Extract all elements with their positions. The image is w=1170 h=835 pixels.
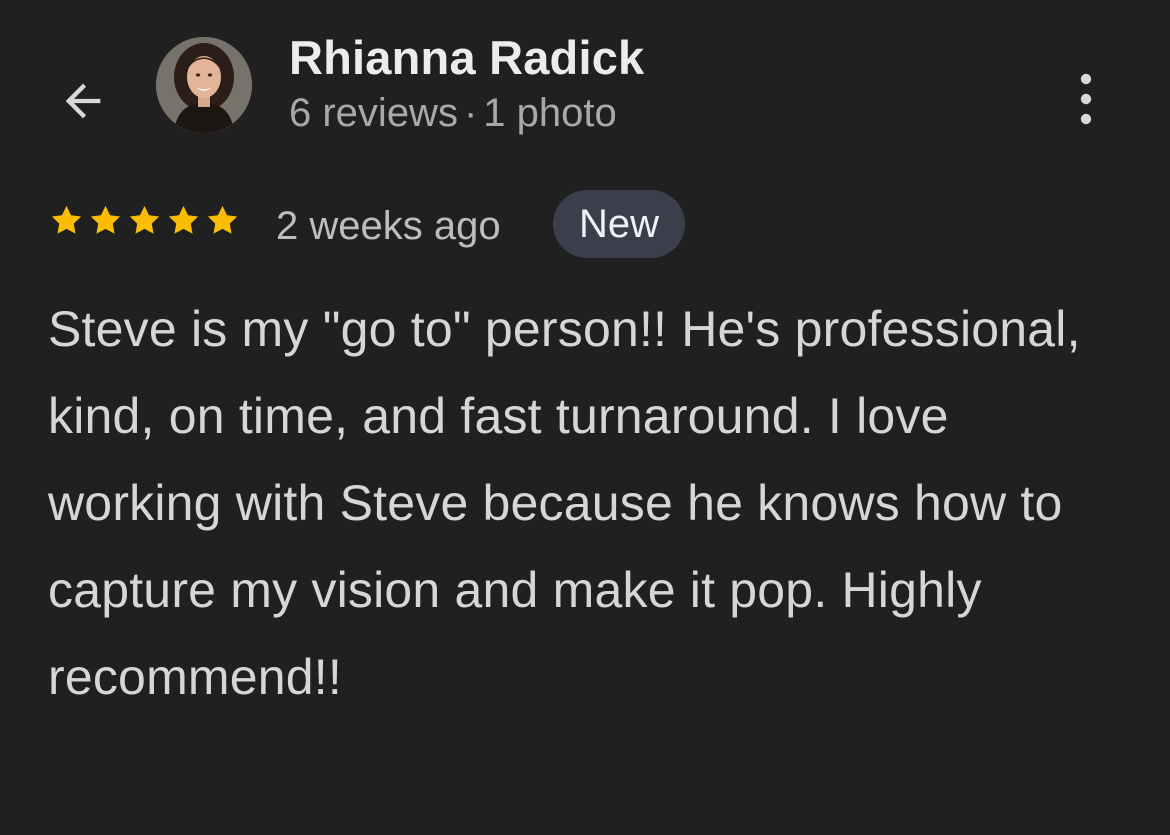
new-badge: New xyxy=(553,190,686,258)
review-header: Rhianna Radick 6 reviews · 1 photo xyxy=(0,0,1170,170)
more-vert-icon xyxy=(1080,73,1092,125)
review-time: 2 weeks ago xyxy=(276,204,501,248)
review-text: Steve is my "go to" person!! He's profes… xyxy=(48,301,1081,705)
star-icon xyxy=(90,205,121,234)
star-icon xyxy=(51,205,82,234)
more-options-button[interactable] xyxy=(1060,68,1112,130)
reviewer-name[interactable]: Rhianna Radick xyxy=(289,30,644,85)
reviewer-stats: 6 reviews · 1 photo xyxy=(289,91,617,136)
avatar[interactable] xyxy=(156,37,252,133)
avatar-photo xyxy=(156,37,252,133)
rating-row: 2 weeks ago New xyxy=(48,190,1118,262)
stats-separator: · xyxy=(463,91,478,135)
star-rating xyxy=(48,202,241,239)
reviews-count: 6 reviews xyxy=(289,91,458,135)
photos-count: 1 photo xyxy=(483,91,617,135)
arrow-left-icon xyxy=(65,83,101,119)
star-icon xyxy=(129,205,160,234)
star-icon xyxy=(207,205,238,234)
star-icon xyxy=(168,205,199,234)
back-button[interactable] xyxy=(50,68,116,134)
